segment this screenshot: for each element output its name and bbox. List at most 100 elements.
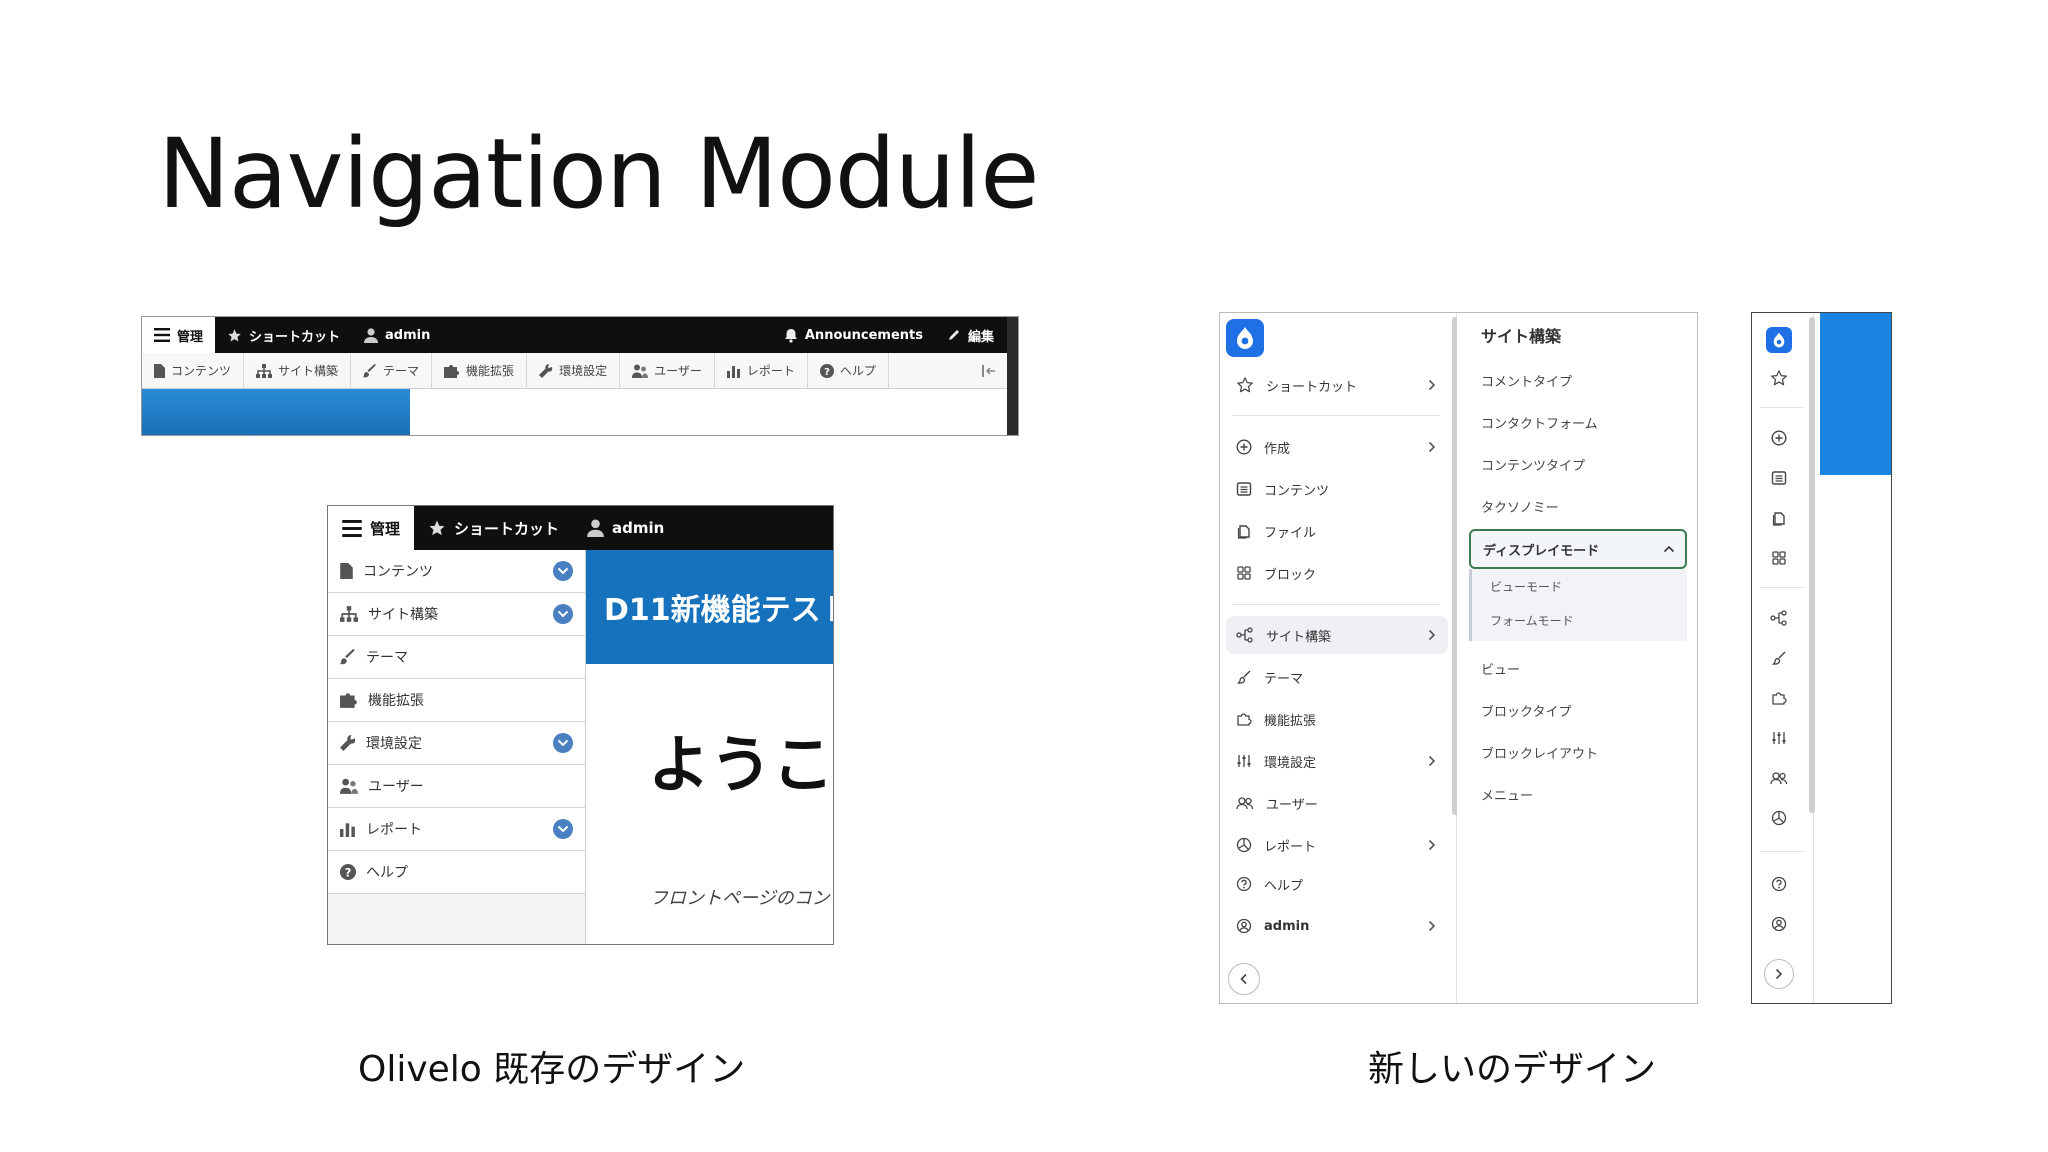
brush-icon[interactable] — [1766, 645, 1792, 671]
user-icon — [364, 327, 379, 343]
new-nav-item-label: ショートカット — [1266, 379, 1358, 395]
old-toolbar-manage-tab[interactable]: 管理 — [142, 317, 216, 353]
flyout-item[interactable]: コメントタイプ — [1469, 363, 1687, 397]
flyout-subitem[interactable]: フォームモード — [1472, 603, 1687, 637]
drupal-logo-icon[interactable] — [1766, 327, 1792, 353]
old-toolbar-announcements-label: Announcements — [804, 327, 923, 343]
people-icon[interactable] — [1766, 765, 1792, 791]
new-nav-item-shortcuts[interactable]: ショートカット — [1226, 366, 1448, 404]
new-nav-item-user[interactable]: admin — [1226, 907, 1448, 945]
new-nav-item-label: 作成 — [1264, 441, 1291, 457]
new-nav-item-people[interactable]: ユーザー — [1226, 784, 1448, 822]
new-nav-item-blocks[interactable]: ブロック — [1226, 554, 1448, 592]
old-menu-item-content[interactable]: コンテンツ — [328, 550, 585, 593]
help-circle-icon[interactable] — [1766, 871, 1792, 897]
new-nav-divider — [1232, 415, 1440, 416]
old-toolbar-user-tab[interactable]: admin — [352, 317, 442, 353]
new-nav-item-create[interactable]: 作成 — [1226, 428, 1448, 466]
old-tray-item-appearance[interactable]: テーマ — [351, 352, 433, 389]
new-nav-item-content[interactable]: コンテンツ — [1226, 470, 1448, 508]
flyout-item[interactable]: ブロックタイプ — [1469, 693, 1687, 727]
user-circle-icon[interactable] — [1766, 911, 1792, 937]
drupal-logo-icon[interactable] — [1226, 319, 1264, 357]
list-icon[interactable] — [1766, 465, 1792, 491]
collapse-sidebar-button[interactable] — [1228, 963, 1260, 995]
new-nav-item-reports[interactable]: レポート — [1226, 826, 1448, 864]
structure-icon[interactable] — [1766, 605, 1792, 631]
rail-divider — [1760, 407, 1804, 408]
old-menu-item-appearance[interactable]: テーマ — [328, 636, 585, 679]
files-icon — [1236, 523, 1252, 539]
plus-circle-icon[interactable] — [1766, 425, 1792, 451]
old-menu-item-help[interactable]: ? ヘルプ — [328, 851, 585, 894]
new-nav-item-help[interactable]: ヘルプ — [1226, 865, 1448, 903]
star-icon — [227, 328, 242, 343]
sliders-icon[interactable] — [1766, 725, 1792, 751]
users-icon — [632, 364, 649, 378]
expand-sidebar-button[interactable] — [1764, 959, 1794, 989]
chevron-down-icon[interactable] — [553, 819, 573, 839]
new-nav-rail-scrollbar[interactable] — [1809, 317, 1815, 813]
flyout-item[interactable]: コンタクトフォーム — [1469, 405, 1687, 439]
old-tray-item-structure[interactable]: サイト構築 — [244, 352, 352, 389]
old-menu-item-reports[interactable]: レポート — [328, 808, 585, 851]
flyout-item[interactable]: ビュー — [1469, 651, 1687, 685]
old-vertical-shortcuts-tab[interactable]: ショートカット — [414, 506, 573, 550]
puzzle-outline-icon[interactable] — [1766, 685, 1792, 711]
files-icon[interactable] — [1766, 505, 1792, 531]
old-tray-item-reports[interactable]: レポート — [715, 352, 808, 389]
new-nav-rail — [1752, 313, 1814, 1003]
flyout-subitem[interactable]: ビューモード — [1472, 569, 1687, 603]
old-tray-item-people[interactable]: ユーザー — [620, 352, 715, 389]
old-menu-item-extend[interactable]: 機能拡張 — [328, 679, 585, 722]
old-toolbar-shortcuts-tab[interactable]: ショートカット — [215, 317, 352, 353]
star-outline-icon — [1236, 376, 1254, 394]
old-menu-item-structure[interactable]: サイト構築 — [328, 593, 585, 636]
star-outline-icon[interactable] — [1766, 365, 1792, 391]
old-menu-item-config[interactable]: 環境設定 — [328, 722, 585, 765]
old-page-hero-title: D11新機能テスト — [604, 593, 834, 628]
list-icon — [1236, 481, 1252, 497]
new-nav-divider — [1232, 604, 1440, 605]
old-tray-item-content[interactable]: コンテンツ — [142, 352, 245, 389]
flyout-subitem-label: ビューモード — [1490, 579, 1563, 594]
chevron-down-icon[interactable] — [553, 733, 573, 753]
new-nav-item-files[interactable]: ファイル — [1226, 512, 1448, 550]
flyout-item[interactable]: メニュー — [1469, 777, 1687, 811]
new-nav-item-structure[interactable]: サイト構築 — [1226, 616, 1448, 654]
old-toolbar-announcements-tab[interactable]: Announcements — [772, 317, 935, 353]
flyout-item[interactable]: ブロックレイアウト — [1469, 735, 1687, 769]
flyout-item[interactable]: コンテンツタイプ — [1469, 447, 1687, 481]
old-tray-item-label: ユーザー — [654, 364, 702, 378]
grid-icon[interactable] — [1766, 545, 1792, 571]
new-nav-item-config[interactable]: 環境設定 — [1226, 742, 1448, 780]
bar-chart-icon — [726, 364, 741, 378]
old-menu-item-label: 環境設定 — [366, 736, 422, 752]
old-vertical-manage-tab[interactable]: 管理 — [328, 506, 415, 550]
chevron-right-icon — [1428, 920, 1436, 932]
flyout-item-label: メニュー — [1481, 788, 1534, 804]
new-nav-item-extend[interactable]: 機能拡張 — [1226, 700, 1448, 738]
flyout-item-display-modes[interactable]: ディスプレイモード — [1469, 529, 1687, 569]
old-toolbar-edit-tab[interactable]: 編集 — [935, 317, 1018, 353]
chevron-left-icon — [1240, 973, 1248, 985]
chevron-right-icon — [1428, 755, 1436, 767]
people-icon — [1236, 795, 1254, 811]
chevron-down-icon[interactable] — [553, 561, 573, 581]
new-nav-item-label: ユーザー — [1266, 797, 1318, 813]
flyout-item[interactable]: タクソノミー — [1469, 489, 1687, 523]
old-toolbar-scrollbar[interactable] — [1007, 317, 1018, 435]
chevron-down-icon[interactable] — [553, 604, 573, 624]
new-nav-item-label: コンテンツ — [1264, 483, 1330, 499]
old-menu-item-people[interactable]: ユーザー — [328, 765, 585, 808]
new-nav-item-appearance[interactable]: テーマ — [1226, 658, 1448, 696]
old-menu-item-label: ヘルプ — [366, 865, 408, 881]
old-menu-item-label: サイト構築 — [368, 607, 438, 623]
old-tray-item-config[interactable]: 環境設定 — [527, 352, 621, 389]
old-tray-item-extend[interactable]: 機能拡張 — [432, 352, 528, 389]
pencil-icon — [947, 328, 961, 342]
old-tray-item-help[interactable]: ? ヘルプ — [808, 352, 889, 389]
bar-chart-icon — [340, 821, 356, 837]
pie-chart-icon[interactable] — [1766, 805, 1792, 831]
old-vertical-user-tab[interactable]: admin — [573, 506, 678, 550]
